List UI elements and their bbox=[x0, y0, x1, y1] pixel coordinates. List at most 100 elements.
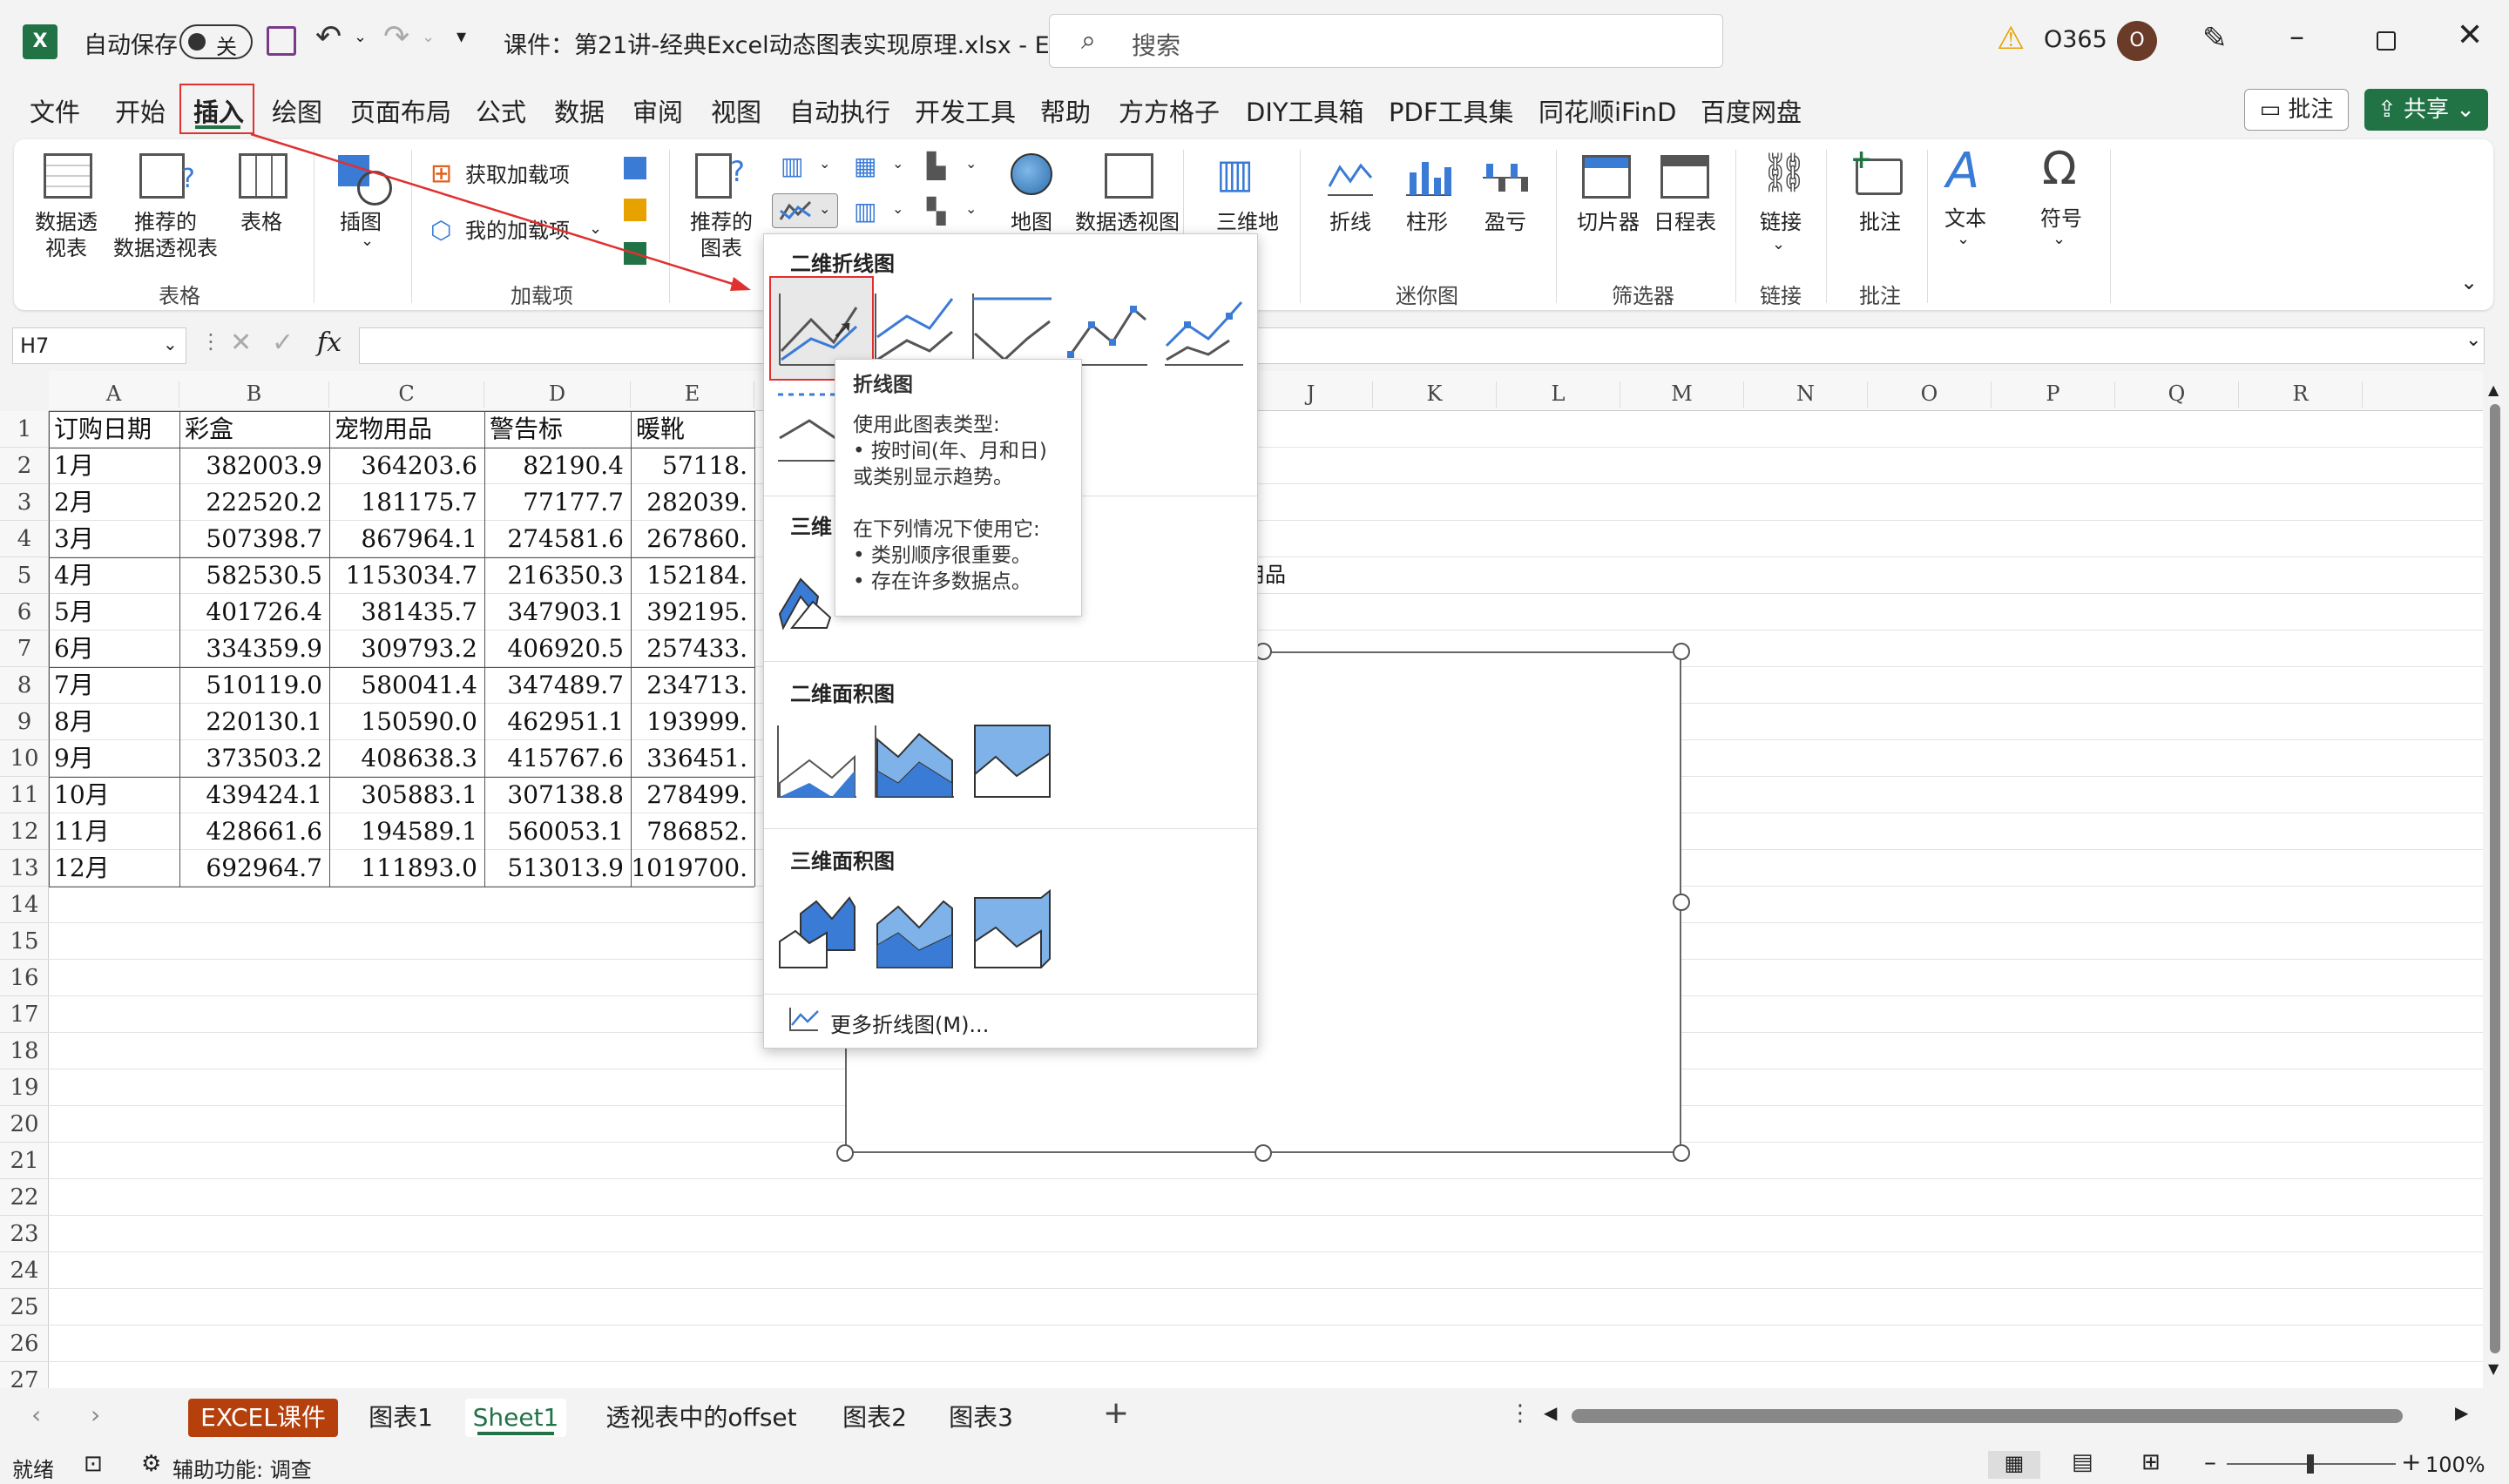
waterfall-chart-icon[interactable]: ▙ bbox=[927, 152, 946, 180]
sheet-tab-chart3[interactable]: 图表3 bbox=[937, 1399, 1025, 1437]
column-header[interactable]: O bbox=[1868, 381, 1992, 408]
row-header[interactable]: 23 bbox=[0, 1216, 49, 1252]
column-header[interactable]: M bbox=[1620, 381, 1744, 408]
3d-map-button[interactable]: 三维地 bbox=[1216, 209, 1279, 235]
table-cell[interactable]: 439424.1 bbox=[179, 777, 329, 813]
maps-globe-icon[interactable] bbox=[1011, 153, 1052, 195]
warning-icon[interactable]: ⚠ bbox=[1997, 21, 2025, 57]
vertical-scroll-thumb[interactable] bbox=[2490, 404, 2500, 1353]
insert-function-icon[interactable]: fx bbox=[317, 327, 342, 358]
chart-3d-area-icon[interactable] bbox=[774, 889, 858, 973]
zoom-out-icon[interactable]: – bbox=[2204, 1447, 2216, 1476]
table-cell[interactable]: 867964.1 bbox=[329, 521, 484, 557]
column-header[interactable]: J bbox=[1249, 381, 1373, 408]
table-cell[interactable]: 580041.4 bbox=[329, 667, 484, 704]
table-cell[interactable]: 334359.9 bbox=[179, 631, 329, 667]
row-header[interactable]: 19 bbox=[0, 1069, 49, 1106]
cancel-icon[interactable]: ✕ bbox=[230, 327, 252, 358]
formula-expand-icon[interactable]: ⌄ bbox=[2465, 329, 2481, 351]
table-cell[interactable]: 692964.7 bbox=[179, 850, 329, 887]
table-cell[interactable]: 406920.5 bbox=[484, 631, 631, 667]
chart-stacked-line-icon[interactable] bbox=[872, 290, 956, 368]
more-line-charts-button[interactable]: 更多折线图(M)... bbox=[830, 1008, 989, 1038]
comment-button[interactable]: 批注 bbox=[1859, 209, 1901, 235]
add-sheet-icon[interactable]: + bbox=[1103, 1395, 1129, 1431]
table-cell[interactable]: 82190.4 bbox=[484, 448, 631, 484]
table-cell[interactable]: 7月 bbox=[49, 667, 179, 704]
text-button[interactable]: 文本 bbox=[1944, 206, 1986, 232]
accessibility-icon[interactable]: ⚙ bbox=[141, 1451, 161, 1477]
ribbon-collapse-icon[interactable]: ⌄ bbox=[2460, 270, 2478, 294]
redo-dropdown-icon[interactable]: ⌄ bbox=[422, 28, 435, 46]
chart-area-icon[interactable] bbox=[774, 722, 858, 800]
combo-dropdown-icon[interactable]: ⌄ bbox=[965, 200, 977, 217]
table-cell[interactable]: 282039. bbox=[631, 484, 754, 521]
table-cell[interactable]: 3月 bbox=[49, 521, 179, 557]
undo-dropdown-icon[interactable]: ⌄ bbox=[354, 28, 367, 46]
column-header[interactable]: C bbox=[329, 381, 484, 408]
visio-icon[interactable] bbox=[624, 157, 646, 179]
column-header[interactable]: Q bbox=[2115, 381, 2239, 408]
table-cell[interactable]: 1153034.7 bbox=[329, 557, 484, 594]
link-dropdown-icon[interactable]: ⌄ bbox=[1772, 235, 1785, 253]
page-layout-view-icon[interactable]: ▤ bbox=[2072, 1449, 2093, 1475]
row-header[interactable]: 10 bbox=[0, 740, 49, 777]
sparkline-line-button[interactable]: 折线 bbox=[1329, 209, 1371, 235]
account-name[interactable]: O365 bbox=[2044, 26, 2107, 53]
table-cell[interactable]: 582530.5 bbox=[179, 557, 329, 594]
table-cell[interactable]: 暖靴 bbox=[631, 411, 754, 448]
row-header[interactable]: 7 bbox=[0, 631, 49, 667]
pivot-chart-button[interactable]: 数据透视图 bbox=[1075, 209, 1180, 235]
minimize-icon[interactable]: – bbox=[2289, 19, 2304, 54]
redo-icon[interactable]: ↷ bbox=[383, 19, 409, 55]
sparkline-column-icon[interactable] bbox=[1404, 155, 1453, 199]
chart-stacked-area-icon[interactable] bbox=[872, 722, 956, 800]
table-cell[interactable]: 507398.7 bbox=[179, 521, 329, 557]
column-header[interactable]: L bbox=[1497, 381, 1620, 408]
formula-input[interactable] bbox=[359, 327, 2485, 364]
table-cell[interactable]: 274581.6 bbox=[484, 521, 631, 557]
table-cell[interactable]: 彩盒 bbox=[179, 411, 329, 448]
chart-100-stacked-area-icon[interactable] bbox=[970, 722, 1053, 800]
table-cell[interactable]: 6月 bbox=[49, 631, 179, 667]
search-box[interactable]: ⌕ 搜索 bbox=[1049, 14, 1723, 68]
recommended-charts-icon[interactable] bbox=[695, 153, 732, 199]
menu-view[interactable]: 视图 bbox=[711, 92, 761, 129]
chart-100-stacked-line-icon[interactable] bbox=[970, 290, 1053, 368]
table-cell[interactable]: 8月 bbox=[49, 704, 179, 740]
row-header[interactable]: 5 bbox=[0, 557, 49, 594]
column-header[interactable]: D bbox=[484, 381, 631, 408]
table-cell[interactable]: 1019700. bbox=[631, 850, 754, 887]
table-cell[interactable]: 364203.6 bbox=[329, 448, 484, 484]
row-header[interactable]: 20 bbox=[0, 1106, 49, 1143]
table-cell[interactable]: 347903.1 bbox=[484, 594, 631, 631]
sparkline-line-icon[interactable] bbox=[1326, 155, 1375, 199]
illustrations-dropdown-icon[interactable]: ⌄ bbox=[361, 232, 374, 250]
table-cell[interactable]: 11月 bbox=[49, 813, 179, 850]
next-sheet-icon[interactable]: › bbox=[91, 1400, 100, 1429]
table-cell[interactable]: 4月 bbox=[49, 557, 179, 594]
combo-chart-icon[interactable]: ▚ bbox=[927, 197, 946, 226]
save-icon[interactable] bbox=[267, 26, 296, 56]
table-cell[interactable]: 订购日期 bbox=[49, 411, 179, 448]
row-header[interactable]: 27 bbox=[0, 1362, 49, 1388]
row-header[interactable]: 9 bbox=[0, 704, 49, 740]
timeline-button[interactable]: 日程表 bbox=[1654, 209, 1716, 235]
column-header[interactable]: N bbox=[1744, 381, 1868, 408]
table-cell[interactable]: 401726.4 bbox=[179, 594, 329, 631]
menu-file[interactable]: 文件 bbox=[30, 92, 80, 129]
text-icon[interactable]: A bbox=[1946, 143, 1979, 199]
chart-handle-bm[interactable] bbox=[1254, 1144, 1272, 1162]
chart-3d-100-area-icon[interactable] bbox=[970, 889, 1053, 973]
customize-qat-icon[interactable]: ▾ bbox=[456, 26, 466, 48]
table-cell[interactable]: 9月 bbox=[49, 740, 179, 777]
undo-icon[interactable]: ↶ bbox=[315, 19, 342, 55]
table-cell[interactable]: 150590.0 bbox=[329, 704, 484, 740]
horizontal-scrollbar[interactable]: ◀ ▶ bbox=[1544, 1400, 2474, 1432]
row-header[interactable]: 4 bbox=[0, 521, 49, 557]
table-cell[interactable]: 462951.1 bbox=[484, 704, 631, 740]
table-cell[interactable]: 510119.0 bbox=[179, 667, 329, 704]
table-cell[interactable]: 309793.2 bbox=[329, 631, 484, 667]
slicer-button[interactable]: 切片器 bbox=[1577, 209, 1640, 235]
row-header[interactable]: 13 bbox=[0, 850, 49, 887]
